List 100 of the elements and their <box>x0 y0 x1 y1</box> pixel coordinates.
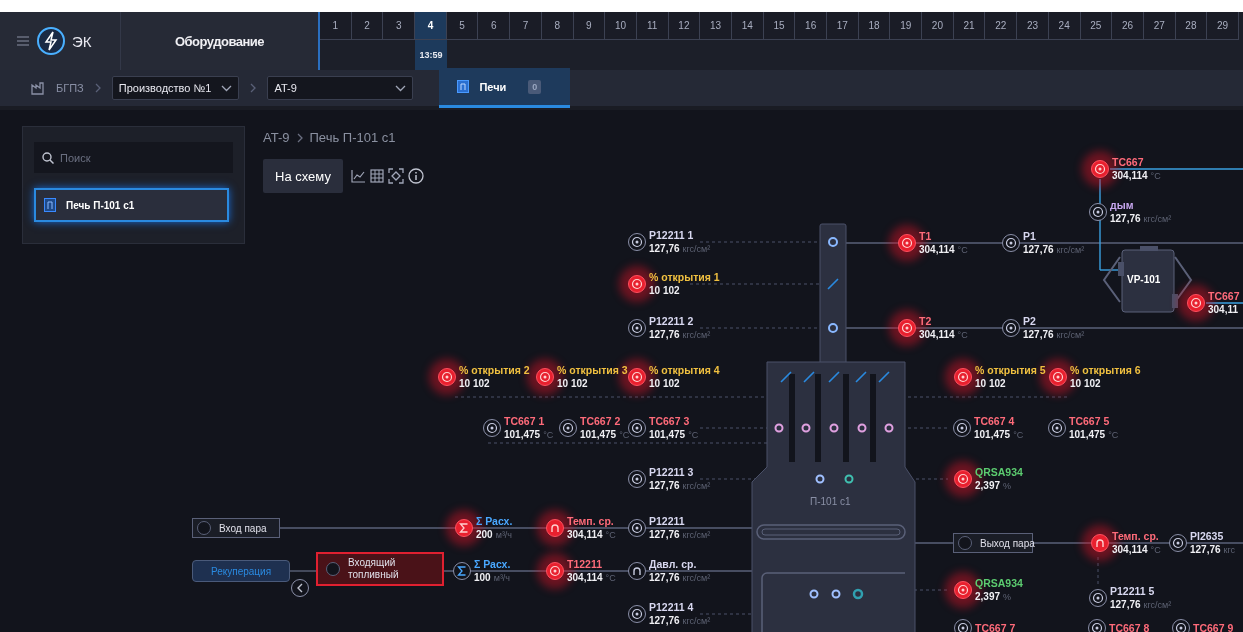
day-tab[interactable]: 6 <box>478 12 511 40</box>
scheme-button[interactable]: На схему <box>263 159 343 193</box>
day-tab[interactable]: 20 <box>922 12 954 40</box>
day-tab[interactable]: 25 <box>1080 12 1113 40</box>
day-tab[interactable]: 7 <box>510 12 542 40</box>
day-tab[interactable]: 23 <box>1017 12 1049 40</box>
breadcrumb-item[interactable]: AT-9 <box>263 130 290 145</box>
furnace-list-item[interactable]: Печь П-101 c1 <box>34 188 229 222</box>
dropdown[interactable]: Производство №1 <box>111 76 240 100</box>
equipment-block[interactable]: Выход пара <box>953 533 1033 553</box>
sensor-reading: 101,475 °C <box>504 428 554 442</box>
sensor-name: % открытия 2 <box>459 363 530 377</box>
sensor-reading: 127,76 кгс/см² <box>649 614 711 628</box>
day-tab[interactable]: 12 <box>668 12 701 40</box>
sensor-name: % открытия 5 <box>975 363 1046 377</box>
sensor-reading: 10 102 <box>649 377 681 391</box>
day-tab[interactable]: 3 <box>383 12 416 40</box>
heat-exchanger[interactable]: Рекуперация <box>192 560 290 582</box>
sensor-name: P1 <box>1023 229 1037 243</box>
sensor-reading: 101,475 °C <box>974 428 1024 442</box>
day-tab[interactable]: 10 <box>605 12 637 40</box>
sensor-reading: 304,114 °C <box>919 328 968 342</box>
day-tab[interactable]: 8 <box>541 12 574 40</box>
sensor-reading: 101,475 °C <box>580 428 630 442</box>
sensor-name: T1 <box>919 229 933 243</box>
sensor-name: Темп. ср. <box>567 514 615 528</box>
sensor-reading: 127,76 кгс/см² <box>649 479 711 493</box>
day-tab[interactable]: 26 <box>1112 12 1144 40</box>
sensor-reading: 127,76 кгс/см² <box>1023 328 1085 342</box>
sensor-reading: 127,76 кгс/см² <box>1110 598 1172 612</box>
sensor-name: T12211 <box>567 557 604 571</box>
equipment-block[interactable]: Входящий топливный <box>316 552 444 586</box>
sensor-name: Σ Расх. <box>474 557 511 571</box>
day-tab[interactable]: 29 <box>1207 12 1239 40</box>
sensor-name: PI2635 <box>1190 529 1225 543</box>
day-tab[interactable]: 14 <box>731 12 764 40</box>
sensor-name: TC667 8 <box>1109 621 1150 632</box>
sensor-reading: 10 102 <box>557 377 589 391</box>
sensor-reading: 127,76 кгс/см² <box>1023 243 1085 257</box>
day-tab[interactable]: 28 <box>1175 12 1208 40</box>
root-label[interactable]: БГПЗ <box>56 82 84 94</box>
sensor-reading: 127,76 кгс/см² <box>649 328 711 342</box>
sensor-name: % открытия 4 <box>649 363 720 377</box>
count-badge: 0 <box>528 79 542 94</box>
sensor-reading: 304,114 °C <box>919 243 968 257</box>
sensor-reading: 101,475 °C <box>649 428 699 442</box>
sensor-name: Σ Расх. <box>476 514 513 528</box>
sensor-name: P12211 3 <box>649 465 695 479</box>
sensor-name: % открытия 6 <box>1070 363 1141 377</box>
sensor-name: P12211 1 <box>649 228 695 242</box>
sensor-name: P12211 2 <box>649 314 695 328</box>
sensor-name: Давл. ср. <box>649 557 698 571</box>
day-tab[interactable]: 1 <box>320 12 352 40</box>
sensor-reading: 100 м³/ч <box>474 571 511 585</box>
sensor-reading: 304,114 °C <box>1112 169 1161 183</box>
sensor-name: TC667 1 <box>504 414 546 428</box>
day-tab[interactable]: 21 <box>953 12 986 40</box>
day-tab[interactable]: 27 <box>1143 12 1176 40</box>
equipment-label: VP-101 <box>1127 274 1161 285</box>
day-tab[interactable]: 2 <box>351 12 384 40</box>
furnace-label: П-101 c1 <box>810 496 851 507</box>
day-tab[interactable]: 4 <box>415 12 447 40</box>
sensor-reading: 200 м³/ч <box>476 528 513 542</box>
day-tab[interactable]: 15 <box>763 12 796 40</box>
app-name: ЭК <box>72 32 92 50</box>
day-tab[interactable]: 9 <box>573 12 606 40</box>
dropdown[interactable]: AT-9 <box>267 76 414 100</box>
sensor-reading: 304,114 °C <box>567 571 616 585</box>
sensor-name: TC667 <box>1112 155 1145 169</box>
day-tab[interactable]: 19 <box>890 12 923 40</box>
day-tab[interactable]: 24 <box>1048 12 1081 40</box>
furnaces-tab[interactable]: Печи 0 <box>439 68 571 108</box>
sensor-reading: 2,397 % <box>975 590 1013 604</box>
sensor-reading: 127,76 кгс/см² <box>649 571 711 585</box>
day-tab[interactable]: 16 <box>795 12 827 40</box>
sensor-reading: 304,114 °C <box>1112 543 1161 557</box>
day-tab[interactable]: 13 <box>700 12 732 40</box>
equipment-block[interactable]: Вход пара <box>192 518 280 538</box>
day-tab[interactable]: 5 <box>446 12 479 40</box>
sensor-name: TC667 7 <box>975 621 1016 632</box>
sensor-name: TC667 3 <box>649 414 691 428</box>
sensor-name: TC667 2 <box>580 414 622 428</box>
sensor-name: QRSA934 <box>975 465 1023 479</box>
search-field[interactable]: Поиск <box>34 142 233 173</box>
sensor-name: % открытия 1 <box>649 270 720 284</box>
time-label: 13:59 <box>415 40 447 70</box>
day-tab[interactable]: 17 <box>827 12 859 40</box>
sensor-reading: 127,76 кгс <box>1190 543 1236 557</box>
day-tab[interactable]: 11 <box>636 12 669 40</box>
sensor-name: TC667 5 <box>1069 414 1111 428</box>
section-title: Оборудование <box>120 12 320 70</box>
sensor-reading: 10 102 <box>649 284 681 298</box>
sensor-name: TC667 <box>1208 289 1240 303</box>
sensor-name: P2 <box>1023 314 1037 328</box>
day-tab[interactable]: 18 <box>858 12 891 40</box>
day-tab[interactable]: 22 <box>985 12 1018 40</box>
sensor-name: P12211 5 <box>1110 584 1156 598</box>
sensor-name: TC667 9 <box>1193 621 1234 632</box>
sensor-name: QRSA934 <box>975 576 1023 590</box>
sensor-name: T2 <box>919 314 933 328</box>
